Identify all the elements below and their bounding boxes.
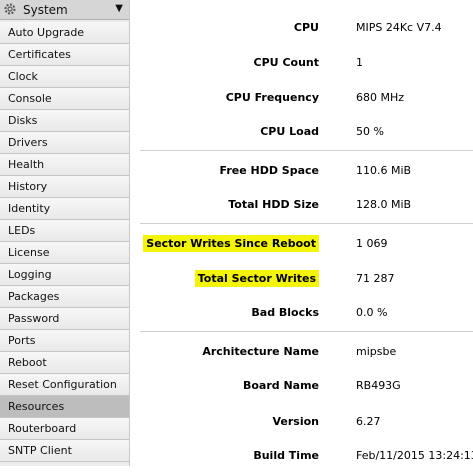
cpu-frequency-value: 680 MHz	[356, 91, 405, 104]
architecture-name-value: mipsbe	[356, 345, 397, 358]
system-menu-title: System	[23, 3, 68, 17]
highlight: Total Sector Writes	[194, 270, 319, 287]
separator	[140, 223, 473, 224]
menu-item-identity[interactable]: Identity	[0, 198, 129, 220]
resources-panel: CPU MIPS 24Kc V7.4 CPU Count 1 CPU Frequ…	[130, 0, 473, 466]
menu-item-logging[interactable]: Logging	[0, 264, 129, 286]
separator	[140, 331, 473, 332]
board-name-label: Board Name	[242, 379, 319, 392]
row-build-time: Build Time Feb/11/2015 13:24:13	[130, 438, 473, 473]
row-cpu: CPU MIPS 24Kc V7.4	[130, 10, 473, 45]
menu-item-certificates[interactable]: Certificates	[0, 44, 129, 66]
menu-item-history[interactable]: History	[0, 176, 129, 198]
row-total-sector-writes: Total Sector Writes 71 287	[130, 261, 473, 296]
sector-writes-since-reboot-label: Sector Writes Since Reboot	[143, 226, 319, 261]
free-hdd-label: Free HDD Space	[219, 164, 319, 177]
menu-item-license[interactable]: License	[0, 242, 129, 264]
row-board-name: Board Name RB493G	[130, 368, 473, 403]
menu-item-packages[interactable]: Packages	[0, 286, 129, 308]
free-hdd-value: 110.6 MiB	[356, 164, 412, 177]
row-sector-writes-since-reboot: Sector Writes Since Reboot 1 069	[130, 226, 473, 261]
row-bad-blocks: Bad Blocks 0.0 %	[130, 295, 473, 330]
gear-icon	[4, 3, 16, 15]
bad-blocks-label: Bad Blocks	[251, 306, 319, 319]
version-value: 6.27	[356, 415, 381, 428]
architecture-name-label: Architecture Name	[202, 345, 319, 358]
menu-item-reboot[interactable]: Reboot	[0, 352, 129, 374]
collapse-arrow-icon[interactable]: ▼	[115, 3, 123, 14]
total-hdd-value: 128.0 MiB	[356, 198, 412, 211]
menu-item-clock[interactable]: Clock	[0, 66, 129, 88]
cpu-count-label: CPU Count	[253, 56, 319, 69]
menu-item-password[interactable]: Password	[0, 308, 129, 330]
cpu-load-label: CPU Load	[260, 125, 319, 138]
menu-item-auto-upgrade[interactable]: Auto Upgrade	[0, 22, 129, 44]
menu-item-sntp-client[interactable]: SNTP Client	[0, 440, 129, 462]
menu-item-routerboard[interactable]: Routerboard	[0, 418, 129, 440]
row-cpu-count: CPU Count 1	[130, 45, 473, 80]
system-menu-header[interactable]: System ▼	[0, 0, 129, 20]
build-time-value: Feb/11/2015 13:24:13	[356, 449, 473, 462]
cpu-value: MIPS 24Kc V7.4	[356, 21, 442, 34]
board-name-value: RB493G	[356, 379, 401, 392]
highlight: Sector Writes Since Reboot	[143, 235, 319, 252]
cpu-frequency-label: CPU Frequency	[225, 91, 319, 104]
menu-item-drivers[interactable]: Drivers	[0, 132, 129, 154]
cpu-label: CPU	[293, 21, 319, 34]
menu-item-reset-configuration[interactable]: Reset Configuration	[0, 374, 129, 396]
row-total-hdd: Total HDD Size 128.0 MiB	[130, 187, 473, 222]
row-architecture-name: Architecture Name mipsbe	[130, 334, 473, 369]
menu-item-resources[interactable]: Resources	[0, 396, 129, 418]
menu-item-console[interactable]: Console	[0, 88, 129, 110]
separator	[140, 150, 473, 151]
menu-item-ports[interactable]: Ports	[0, 330, 129, 352]
sector-writes-since-reboot-value: 1 069	[356, 237, 388, 250]
menu-item-leds[interactable]: LEDs	[0, 220, 129, 242]
row-free-hdd: Free HDD Space 110.6 MiB	[130, 153, 473, 188]
menu-item-health[interactable]: Health	[0, 154, 129, 176]
system-menu: System ▼ Auto Upgrade Certificates Clock…	[0, 0, 130, 466]
cpu-count-value: 1	[356, 56, 363, 69]
row-cpu-frequency: CPU Frequency 680 MHz	[130, 80, 473, 115]
total-sector-writes-label: Total Sector Writes	[194, 261, 319, 296]
total-hdd-label: Total HDD Size	[228, 198, 319, 211]
menu-item-disks[interactable]: Disks	[0, 110, 129, 132]
build-time-label: Build Time	[253, 449, 319, 462]
row-cpu-load: CPU Load 50 %	[130, 114, 473, 149]
row-version: Version 6.27	[130, 404, 473, 439]
cpu-load-value: 50 %	[356, 125, 384, 138]
version-label: Version	[272, 415, 319, 428]
total-sector-writes-value: 71 287	[356, 272, 395, 285]
bad-blocks-value: 0.0 %	[356, 306, 388, 319]
